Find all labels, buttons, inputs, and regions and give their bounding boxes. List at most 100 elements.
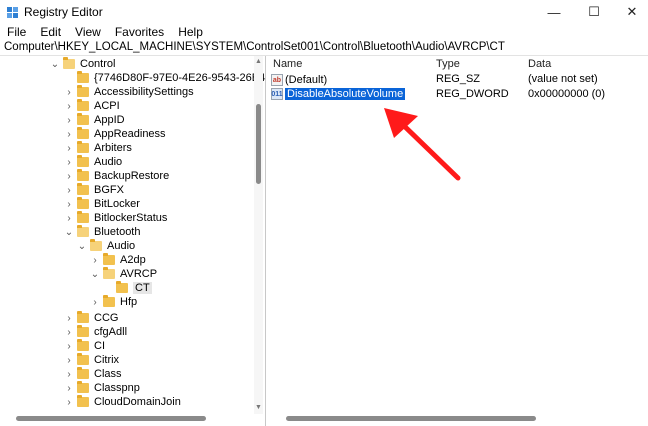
folder-icon <box>77 311 89 323</box>
tree-item[interactable]: › Arbiters <box>64 141 132 155</box>
folder-open-icon <box>103 267 115 279</box>
values-list: Name Type Data ab (Default) REG_SZ (valu… <box>268 56 648 426</box>
folder-icon <box>77 183 89 195</box>
tree-item[interactable]: › ACPI <box>64 99 120 113</box>
tree-item-label: CCG <box>94 312 119 324</box>
chevron-icon[interactable]: › <box>64 143 74 154</box>
tree-item[interactable]: › Classpnp <box>64 381 140 395</box>
chevron-icon[interactable]: › <box>64 87 74 98</box>
chevron-icon[interactable]: ⌄ <box>90 269 100 280</box>
chevron-icon[interactable]: › <box>64 213 74 224</box>
tree-item[interactable]: › Citrix <box>64 353 119 367</box>
folder-icon <box>77 85 89 97</box>
folder-icon <box>77 353 89 365</box>
maximize-button[interactable]: ☐ <box>574 0 614 24</box>
tree-item[interactable]: › AccessibilitySettings <box>64 85 194 99</box>
tree-item[interactable]: ⌄ Audio <box>77 239 135 253</box>
menu-favorites[interactable]: Favorites <box>108 24 171 40</box>
scroll-thumb[interactable] <box>16 416 206 421</box>
column-header-type[interactable]: Type <box>436 58 460 70</box>
tree-item-label: AppReadiness <box>94 128 166 140</box>
tree-item[interactable]: ⌄ AVRCP <box>90 267 157 281</box>
folder-icon <box>77 381 89 393</box>
menu-help[interactable]: Help <box>171 24 210 40</box>
chevron-icon[interactable]: › <box>64 185 74 196</box>
red-arrow-annotation <box>384 108 461 181</box>
tree-item[interactable]: ⌄ Control <box>50 57 115 71</box>
chevron-icon[interactable]: › <box>90 255 100 266</box>
menu-edit[interactable]: Edit <box>33 24 68 40</box>
tree-item[interactable]: {7746D80F-97E0-4E26-9543-26B41FC2 <box>64 71 265 85</box>
tree-item[interactable]: › CI <box>64 339 105 353</box>
title-bar: Registry Editor — ☐ ✕ <box>0 0 648 24</box>
tree-item-label: BitLocker <box>94 198 140 210</box>
value-row-selected[interactable]: 011 DisableAbsoluteVolume <box>271 87 406 101</box>
chevron-icon[interactable]: › <box>64 129 74 140</box>
chevron-icon[interactable]: › <box>64 397 74 408</box>
string-value-icon: ab <box>271 74 283 86</box>
tree-item-label: Hfp <box>120 296 138 308</box>
tree-item[interactable]: › BitLocker <box>64 197 140 211</box>
scroll-down-icon[interactable]: ▼ <box>255 404 262 411</box>
column-header-name[interactable]: Name <box>273 58 302 70</box>
tree-item[interactable]: › Hfp <box>90 295 137 309</box>
folder-open-icon <box>77 225 89 237</box>
tree-item-label: Audio <box>107 240 136 252</box>
tree-item[interactable]: › A2dp <box>90 253 146 267</box>
tree-item[interactable]: › BGFX <box>64 183 124 197</box>
value-data: (value not set) <box>528 73 598 85</box>
tree-vertical-scrollbar[interactable]: ▲ ▼ <box>254 56 263 414</box>
chevron-icon[interactable]: › <box>64 341 74 352</box>
folder-icon <box>77 197 89 209</box>
column-header-data[interactable]: Data <box>528 58 551 70</box>
value-type: REG_SZ <box>436 73 481 85</box>
chevron-icon[interactable]: › <box>64 199 74 210</box>
tree-item-label: CT <box>133 282 152 294</box>
close-button[interactable]: ✕ <box>612 0 648 24</box>
scroll-up-icon[interactable]: ▲ <box>255 58 262 65</box>
tree-item-selected[interactable]: CT <box>103 281 152 295</box>
folder-icon <box>103 295 115 307</box>
tree-item[interactable]: › Audio <box>64 155 122 169</box>
tree-item[interactable]: › AppID <box>64 113 125 127</box>
chevron-icon[interactable]: › <box>64 157 74 168</box>
scroll-thumb[interactable] <box>256 104 261 184</box>
menu-file[interactable]: File <box>0 24 33 40</box>
menu-view[interactable]: View <box>68 24 108 40</box>
minimize-button[interactable]: — <box>534 0 574 24</box>
tree-item-label: AccessibilitySettings <box>94 86 194 98</box>
folder-icon <box>77 211 89 223</box>
chevron-icon[interactable]: › <box>64 327 74 338</box>
chevron-icon[interactable]: › <box>64 369 74 380</box>
tree-item-label: BGFX <box>94 184 124 196</box>
chevron-icon[interactable]: › <box>64 355 74 366</box>
chevron-icon[interactable]: › <box>64 115 74 126</box>
value-row[interactable]: ab (Default) <box>271 73 327 87</box>
key-tree: ⌄ Control {7746D80F-97E0-4E26-9543-26B41F… <box>0 56 266 426</box>
tree-item[interactable]: ⌄ Bluetooth <box>64 225 140 239</box>
dword-value-icon: 011 <box>271 88 283 100</box>
address-bar[interactable]: Computer\HKEY_LOCAL_MACHINE\SYSTEM\Contr… <box>0 40 648 56</box>
tree-item-label: {7746D80F-97E0-4E26-9543-26B41FC2 <box>94 72 265 84</box>
tree-item[interactable]: › CloudDomainJoin <box>64 395 181 409</box>
tree-horizontal-scrollbar[interactable] <box>0 413 254 422</box>
tree-item-label: Bluetooth <box>94 226 141 238</box>
tree-item[interactable]: › cfgAdll <box>64 325 127 339</box>
tree-item[interactable]: › AppReadiness <box>64 127 166 141</box>
chevron-icon[interactable]: › <box>90 297 100 308</box>
chevron-icon[interactable]: › <box>64 383 74 394</box>
folder-icon <box>77 155 89 167</box>
chevron-icon[interactable]: ⌄ <box>77 241 87 252</box>
tree-item[interactable]: › CCG <box>64 311 118 325</box>
tree-item[interactable]: › BitlockerStatus <box>64 211 167 225</box>
tree-item[interactable]: › Class <box>64 367 122 381</box>
chevron-icon[interactable]: › <box>64 171 74 182</box>
values-horizontal-scrollbar[interactable] <box>278 413 638 422</box>
value-data: 0x00000000 (0) <box>528 88 606 100</box>
chevron-icon[interactable]: › <box>64 313 74 324</box>
chevron-icon[interactable]: ⌄ <box>64 227 74 238</box>
scroll-thumb[interactable] <box>286 416 536 421</box>
chevron-icon[interactable]: › <box>64 101 74 112</box>
chevron-icon[interactable]: ⌄ <box>50 59 60 70</box>
tree-item[interactable]: › BackupRestore <box>64 169 169 183</box>
